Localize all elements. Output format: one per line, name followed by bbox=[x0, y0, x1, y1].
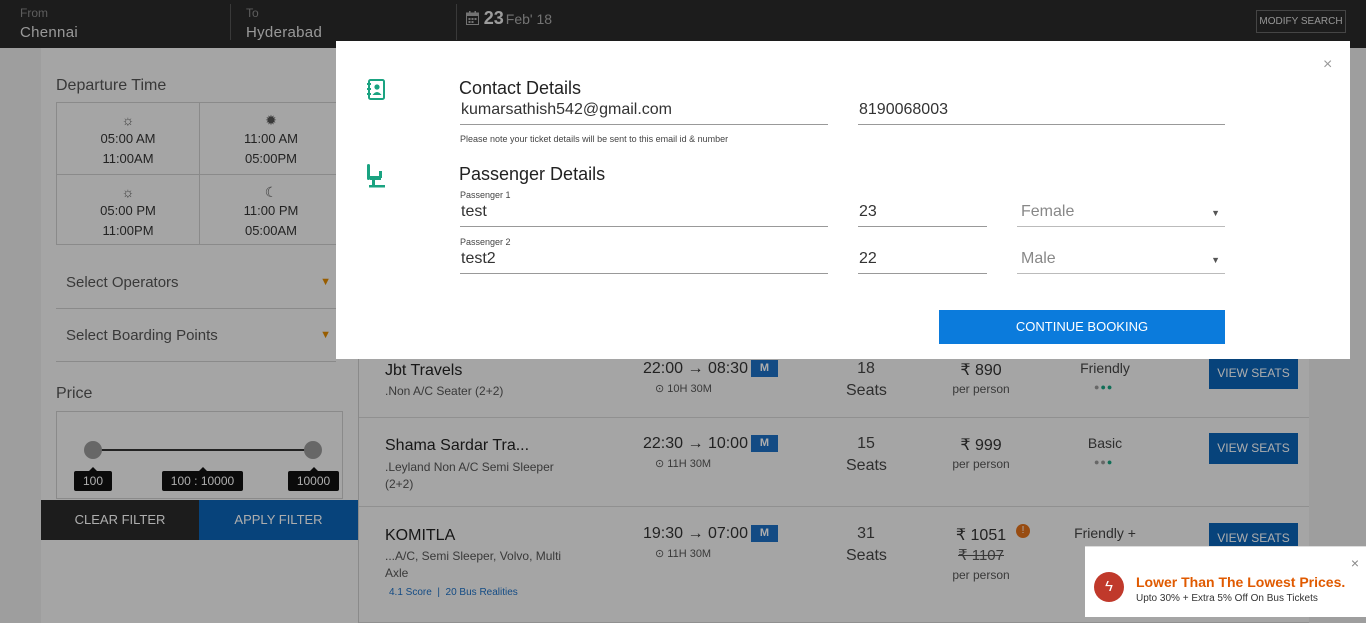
contact-book-icon bbox=[367, 79, 385, 100]
promo-toast: ϟ Lower Than The Lowest Prices. Upto 30%… bbox=[1085, 546, 1366, 617]
toast-subtitle: Upto 30% + Extra 5% Off On Bus Tickets bbox=[1136, 593, 1318, 604]
passenger-2-age-field[interactable]: 22 bbox=[858, 248, 987, 274]
seat-icon bbox=[367, 164, 385, 188]
phone-field[interactable]: 8190068003 bbox=[858, 99, 1225, 125]
continue-booking-button[interactable]: CONTINUE BOOKING bbox=[939, 310, 1225, 344]
passenger-1-gender-select[interactable]: Female ▼ bbox=[1017, 201, 1225, 227]
close-icon[interactable]: × bbox=[1351, 555, 1359, 571]
passenger-2-name-field[interactable]: test2 bbox=[460, 248, 828, 274]
contact-note: Please note your ticket details will be … bbox=[460, 134, 729, 144]
gender-value: Male bbox=[1021, 250, 1056, 267]
booking-modal: × Contact Details kumarsathish542@gmail.… bbox=[336, 41, 1350, 359]
contact-details-title: Contact Details bbox=[459, 78, 582, 98]
toast-title: Lower Than The Lowest Prices. bbox=[1136, 574, 1346, 590]
passenger-details-title: Passenger Details bbox=[459, 164, 606, 184]
caret-down-icon: ▼ bbox=[1211, 255, 1220, 265]
email-field[interactable]: kumarsathish542@gmail.com bbox=[460, 99, 828, 125]
passenger-1-age-field[interactable]: 23 bbox=[858, 201, 987, 227]
lightning-icon: ϟ bbox=[1094, 572, 1124, 602]
gender-value: Female bbox=[1021, 203, 1075, 220]
passenger-1-label: Passenger 1 bbox=[460, 190, 511, 200]
passenger-2-label: Passenger 2 bbox=[460, 237, 511, 247]
close-icon[interactable]: × bbox=[1323, 56, 1332, 74]
caret-down-icon: ▼ bbox=[1211, 208, 1220, 218]
passenger-1-name-field[interactable]: test bbox=[460, 201, 828, 227]
passenger-2-gender-select[interactable]: Male ▼ bbox=[1017, 248, 1225, 274]
